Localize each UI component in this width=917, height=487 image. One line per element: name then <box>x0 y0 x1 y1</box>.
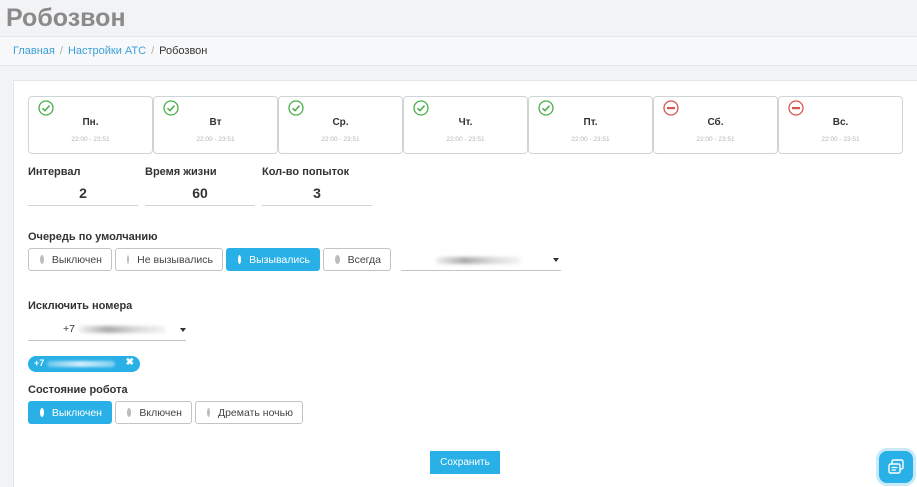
check-circle-icon <box>163 100 179 116</box>
option-label: Дремать ночью <box>217 406 293 419</box>
radio-dot-icon <box>335 255 340 264</box>
exclude-number-select[interactable]: +7 <box>28 319 186 341</box>
robot-state-off[interactable]: Выключен <box>28 401 112 424</box>
option-label: Не вызывались <box>137 253 213 266</box>
robot-state-label: Состояние робота <box>28 384 128 396</box>
attempts-input[interactable]: 3 <box>262 181 372 206</box>
robot-state-night-sleep[interactable]: Дремать ночью <box>195 401 303 424</box>
tag-prefix: +7 <box>34 358 45 368</box>
day-time: 22:00 - 23:51 <box>196 136 235 143</box>
excluded-number-tag: +7 ✖ <box>28 356 140 372</box>
radio-dot-icon <box>207 408 210 417</box>
minus-circle-icon <box>788 100 804 116</box>
day-time: 22:00 - 23:51 <box>321 136 360 143</box>
lifetime-input[interactable]: 60 <box>145 181 255 206</box>
breadcrumb-separator: / <box>151 45 155 57</box>
day-name: Вс. <box>832 117 849 128</box>
queue-option-off[interactable]: Выключен <box>28 248 112 271</box>
queue-options: Выключен Не вызывались Вызывались Всегда <box>28 248 394 271</box>
option-label: Включен <box>139 406 182 419</box>
radio-dot-icon <box>238 255 242 264</box>
chevron-down-icon <box>180 328 186 332</box>
day-time: 22:00 - 23:51 <box>821 136 860 143</box>
exclude-label: Исключить номера <box>28 300 133 312</box>
day-card-fri[interactable]: Пт. 22:00 - 23:51 <box>528 96 653 154</box>
day-time: 22:00 - 23:51 <box>571 136 610 143</box>
radio-dot-icon <box>127 408 132 417</box>
close-icon[interactable]: ✖ <box>126 357 134 368</box>
option-label: Выключен <box>51 406 102 419</box>
settings-panel: Пн. 22:00 - 23:51 Вт 22:00 - 23:51 Ср. 2… <box>13 80 917 487</box>
attempts-label: Кол-во попыток <box>262 166 350 178</box>
breadcrumb-home-link[interactable]: Главная <box>13 45 55 57</box>
day-card-sat[interactable]: Сб. 22:00 - 23:51 <box>653 96 778 154</box>
queue-option-always[interactable]: Всегда <box>323 248 391 271</box>
interval-input[interactable]: 2 <box>28 181 138 206</box>
minus-circle-icon <box>663 100 679 116</box>
queue-label: Очередь по умолчанию <box>28 231 158 243</box>
option-label: Выключен <box>51 253 102 266</box>
day-name: Чт. <box>458 117 473 128</box>
day-card-wed[interactable]: Ср. 22:00 - 23:51 <box>278 96 403 154</box>
day-name: Ср. <box>332 117 349 128</box>
day-name: Сб. <box>707 117 724 128</box>
robot-state-on[interactable]: Включен <box>115 401 192 424</box>
breadcrumb-settings-link[interactable]: Настройки АТС <box>68 45 146 57</box>
breadcrumb: Главная / Настройки АТС / Робозвон <box>0 36 917 66</box>
save-button[interactable]: Сохранить <box>430 451 500 474</box>
queue-option-called[interactable]: Вызывались <box>226 248 320 271</box>
day-time: 22:00 - 23:51 <box>71 136 110 143</box>
phone-prefix: +7 <box>63 323 75 335</box>
breadcrumb-current: Робозвон <box>159 45 208 57</box>
day-time: 22:00 - 23:51 <box>446 136 485 143</box>
day-name: Пт. <box>583 117 598 128</box>
queue-select[interactable] <box>401 249 561 271</box>
robot-state-options: Выключен Включен Дремать ночью <box>28 401 306 424</box>
option-label: Вызывались <box>249 253 310 266</box>
day-card-mon[interactable]: Пн. 22:00 - 23:51 <box>28 96 153 154</box>
check-circle-icon <box>38 100 54 116</box>
chevron-down-icon <box>553 258 559 262</box>
day-card-tue[interactable]: Вт 22:00 - 23:51 <box>153 96 278 154</box>
chat-widget-button[interactable] <box>879 451 913 483</box>
check-circle-icon <box>413 100 429 116</box>
interval-label: Интервал <box>28 166 81 178</box>
check-circle-icon <box>288 100 304 116</box>
redacted-value <box>79 326 166 333</box>
day-card-thu[interactable]: Чт. 22:00 - 23:51 <box>403 96 528 154</box>
chat-icon <box>888 459 904 474</box>
day-time: 22:00 - 23:51 <box>696 136 735 143</box>
weekday-schedule: Пн. 22:00 - 23:51 Вт 22:00 - 23:51 Ср. 2… <box>28 96 903 154</box>
day-name: Вт <box>209 117 222 128</box>
radio-dot-icon <box>40 255 44 264</box>
redacted-value <box>436 257 521 264</box>
lifetime-label: Время жизни <box>145 166 217 178</box>
radio-dot-icon <box>40 408 44 417</box>
option-label: Всегда <box>347 253 381 266</box>
day-card-sun[interactable]: Вс. 22:00 - 23:51 <box>778 96 903 154</box>
page-title: Робозвон <box>6 4 126 32</box>
check-circle-icon <box>538 100 554 116</box>
queue-option-not-called[interactable]: Не вызывались <box>115 248 223 271</box>
redacted-value <box>47 361 115 367</box>
day-name: Пн. <box>82 117 99 128</box>
breadcrumb-separator: / <box>59 45 63 57</box>
radio-dot-icon <box>127 255 130 264</box>
